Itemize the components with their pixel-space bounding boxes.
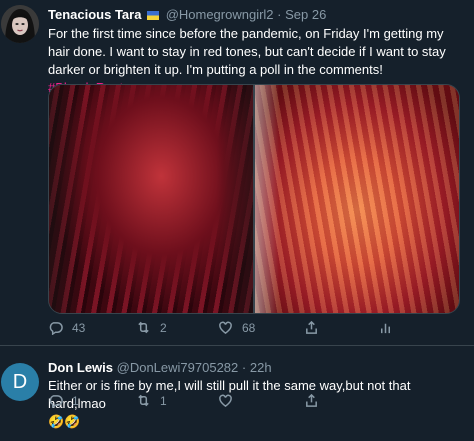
reply-count: 43 [72, 320, 86, 335]
handle[interactable]: @Homegrowngirl2 [166, 7, 274, 22]
retweet-count: 1 [160, 393, 167, 408]
reply-button[interactable]: 43 [48, 320, 85, 335]
handle[interactable]: @DonLewi79705282 [117, 360, 239, 375]
separator: · [277, 7, 282, 22]
retweet-button[interactable]: 1 [136, 393, 167, 408]
like-button[interactable]: 68 [218, 320, 255, 335]
avatar-letter: D [12, 370, 28, 393]
tweet-body: For the first time since before the pand… [48, 26, 446, 77]
retweet-count: 2 [160, 320, 167, 335]
timestamp[interactable]: 22h [250, 360, 272, 375]
like-button[interactable] [218, 393, 242, 408]
like-icon [219, 321, 232, 335]
share-icon [306, 320, 317, 334]
tweet-don[interactable]: D Don Lewis @DonLewi79705282 · 22h Eithe… [0, 345, 474, 441]
share-button[interactable] [304, 320, 319, 335]
tweet-header: Tenacious Tara @Homegrowngirl2 · Sep 26 [48, 7, 326, 22]
emoji: 🤣🤣 [48, 414, 81, 429]
share-button[interactable] [304, 393, 319, 408]
action-bar: 1 1 [48, 393, 458, 411]
avatar[interactable] [1, 5, 39, 43]
retweet-icon [138, 394, 149, 407]
retweet-icon [138, 321, 149, 334]
avatar[interactable]: D [1, 363, 39, 401]
display-name[interactable]: Tenacious Tara [48, 7, 141, 22]
separator: · [241, 360, 247, 375]
analytics-icon [381, 323, 390, 334]
tweet-tara[interactable]: Tenacious Tara @Homegrowngirl2 · Sep 26 … [0, 0, 474, 346]
photo-bright-red-hair[interactable] [255, 85, 459, 313]
display-name[interactable]: Don Lewis [48, 360, 113, 375]
photo-dark-red-hair[interactable] [49, 85, 253, 313]
share-icon [306, 393, 317, 407]
reply-button[interactable]: 1 [48, 393, 79, 408]
analytics-button[interactable] [378, 320, 393, 335]
retweet-button[interactable]: 2 [136, 320, 167, 335]
media-grid [48, 84, 460, 314]
reply-count: 1 [72, 393, 79, 408]
flag-icon [147, 11, 160, 20]
tweet-header: Don Lewis @DonLewi79705282 · 22h [48, 360, 272, 375]
reply-icon [49, 322, 63, 335]
reply-icon [49, 395, 63, 408]
like-count: 68 [242, 320, 256, 335]
action-bar: 43 2 68 [48, 320, 458, 338]
like-icon [219, 394, 232, 408]
timestamp[interactable]: Sep 26 [285, 7, 326, 22]
